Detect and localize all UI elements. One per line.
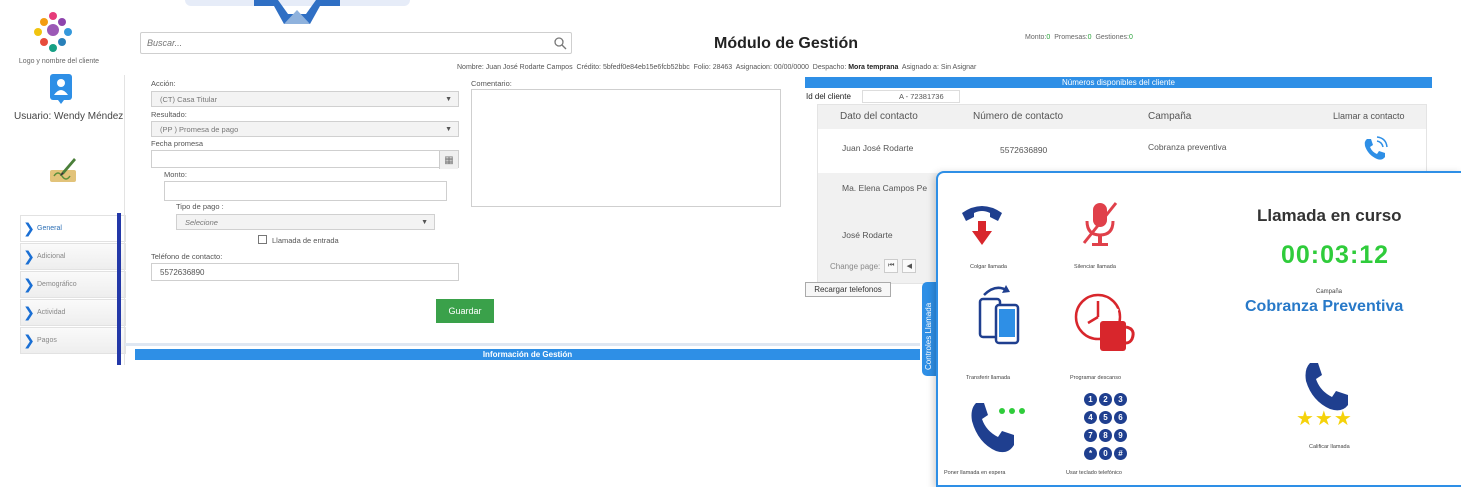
contact-name: Ma. Elena Campos Pe bbox=[842, 183, 928, 193]
prev-page-button[interactable]: ◀ bbox=[902, 259, 917, 273]
hold-icon[interactable] bbox=[968, 399, 1030, 457]
user-icon[interactable] bbox=[50, 74, 72, 104]
mute-label: Silenciar llamada bbox=[1074, 264, 1116, 270]
chevron-right-icon: ❯ bbox=[23, 276, 35, 292]
column-header: Número de contacto bbox=[973, 111, 1064, 122]
pager: Change page: ⏮ ◀ bbox=[818, 253, 938, 279]
sidebar-nav: ❯ General ❯ Adicional ❯ Demográfico ❯ Activi… bbox=[20, 215, 126, 355]
hang-up-icon[interactable] bbox=[960, 199, 1004, 247]
comentario-textarea[interactable] bbox=[471, 89, 781, 207]
fecha-promesa-input[interactable]: ▦ bbox=[151, 150, 459, 169]
call-contact-icon[interactable] bbox=[1360, 135, 1388, 163]
search-icon[interactable] bbox=[553, 36, 567, 50]
rate-call-label: Calificar llamada bbox=[1309, 444, 1350, 450]
rate-call-phone-icon[interactable] bbox=[1302, 359, 1354, 411]
client-logo-icon bbox=[34, 12, 72, 52]
resultado-label: Resultado: bbox=[151, 110, 187, 119]
call-timer: 00:03:12 bbox=[1281, 241, 1390, 269]
dropdown-arrow-icon: ▼ bbox=[421, 218, 428, 226]
section-divider bbox=[125, 343, 920, 346]
nav-item-actividad[interactable]: ❯ Actividad bbox=[20, 299, 126, 326]
resultado-select[interactable]: (PP ) Promesa de pago ▼ bbox=[151, 121, 459, 137]
column-header: Campaña bbox=[1148, 111, 1192, 122]
transfer-label: Transferir llamada bbox=[966, 375, 1011, 381]
guardar-button[interactable]: Guardar bbox=[436, 299, 494, 323]
monto-label: Monto: bbox=[164, 170, 187, 179]
llamada-entrada-label: Llamada de entrada bbox=[272, 236, 339, 245]
keypad-label: Usar teclado telefónico bbox=[1066, 470, 1122, 476]
user-label: Usuario: Wendy Méndez bbox=[14, 111, 124, 122]
nav-item-demografico[interactable]: ❯ Demográfico bbox=[20, 271, 126, 298]
dropdown-arrow-icon: ▼ bbox=[445, 95, 452, 103]
telefono-label: Teléfono de contacto: bbox=[151, 252, 223, 261]
contact-number: 5572636890 bbox=[1000, 145, 1048, 155]
accion-label: Acción: bbox=[151, 79, 176, 88]
accion-select[interactable]: (CT) Casa Titular ▼ bbox=[151, 91, 459, 107]
transfer-icon[interactable] bbox=[976, 281, 1022, 345]
tipo-pago-label: Tipo de pago : bbox=[176, 202, 224, 211]
campaign-value: Cobranza Preventiva bbox=[1245, 298, 1404, 315]
recargar-telefonos-button[interactable]: Recargar telefonos bbox=[805, 282, 891, 297]
chevron-right-icon: ❯ bbox=[23, 220, 35, 236]
divider bbox=[124, 75, 125, 365]
hold-label: Poner llamada en espera bbox=[944, 470, 1006, 476]
contact-name: José Rodarte bbox=[842, 230, 893, 240]
client-info-line: Nombre: Juan José Rodarte Campos Crédito… bbox=[457, 64, 977, 71]
chevron-right-icon: ❯ bbox=[23, 248, 35, 264]
column-header: Llamar a contacto bbox=[1333, 111, 1405, 121]
nav-item-pagos[interactable]: ❯ Pagos bbox=[20, 327, 126, 354]
dropdown-arrow-icon: ▼ bbox=[445, 125, 452, 133]
tipo-pago-select[interactable]: Selecione ▼ bbox=[176, 214, 435, 230]
id-cliente-label: Id del cliente bbox=[806, 92, 851, 101]
hang-up-label: Colgar llamada bbox=[970, 264, 1007, 270]
telefono-input[interactable]: 5572636890 bbox=[151, 263, 459, 281]
signature-icon[interactable] bbox=[48, 154, 78, 184]
mute-icon[interactable] bbox=[1080, 199, 1120, 249]
table-row[interactable]: Juan José Rodarte 5572636890 Cobranza pr… bbox=[818, 129, 1426, 173]
nav-item-adicional[interactable]: ❯ Adicional bbox=[20, 243, 126, 270]
keypad-icon[interactable]: 1 2 3 4 5 6 7 8 9 * 0 # bbox=[1084, 393, 1128, 463]
call-status-title: Llamada en curso bbox=[1257, 206, 1402, 225]
chevron-right-icon: ❯ bbox=[23, 304, 35, 320]
fecha-promesa-label: Fecha promesa bbox=[151, 139, 204, 148]
id-cliente-value: A - 72381736 bbox=[862, 90, 960, 103]
search-input[interactable] bbox=[141, 33, 541, 53]
first-page-button[interactable]: ⏮ bbox=[884, 259, 899, 273]
stats-summary: Monto:0 Promesas:0 Gestiones:0 bbox=[1025, 34, 1133, 41]
monto-input[interactable] bbox=[164, 181, 447, 201]
nav-item-general[interactable]: ❯ General bbox=[20, 215, 126, 242]
logo-text: Logo y nombre del cliente bbox=[18, 58, 100, 65]
contact-name: Juan José Rodarte bbox=[842, 143, 914, 153]
page-title: Módulo de Gestión bbox=[714, 35, 858, 52]
mascot-icon bbox=[254, 0, 340, 24]
llamada-entrada-checkbox[interactable] bbox=[258, 235, 267, 244]
nav-scrollbar[interactable] bbox=[117, 213, 121, 365]
column-header: Dato del contacto bbox=[840, 111, 918, 122]
chevron-right-icon: ❯ bbox=[23, 332, 35, 348]
search-box bbox=[140, 32, 572, 54]
comentario-label: Comentario: bbox=[471, 79, 512, 88]
campaign-label: Campaña bbox=[1316, 289, 1343, 295]
calendar-icon[interactable]: ▦ bbox=[439, 151, 458, 169]
break-label: Programar descanso bbox=[1070, 375, 1122, 381]
break-icon[interactable] bbox=[1072, 291, 1140, 359]
rating-stars-icon[interactable]: ★★★ bbox=[1296, 406, 1353, 431]
contacts-header: Números disponibles del cliente bbox=[805, 77, 1432, 88]
info-gestion-header: Información de Gestión bbox=[135, 349, 920, 360]
contact-campaign: Cobranza preventiva bbox=[1148, 142, 1227, 152]
